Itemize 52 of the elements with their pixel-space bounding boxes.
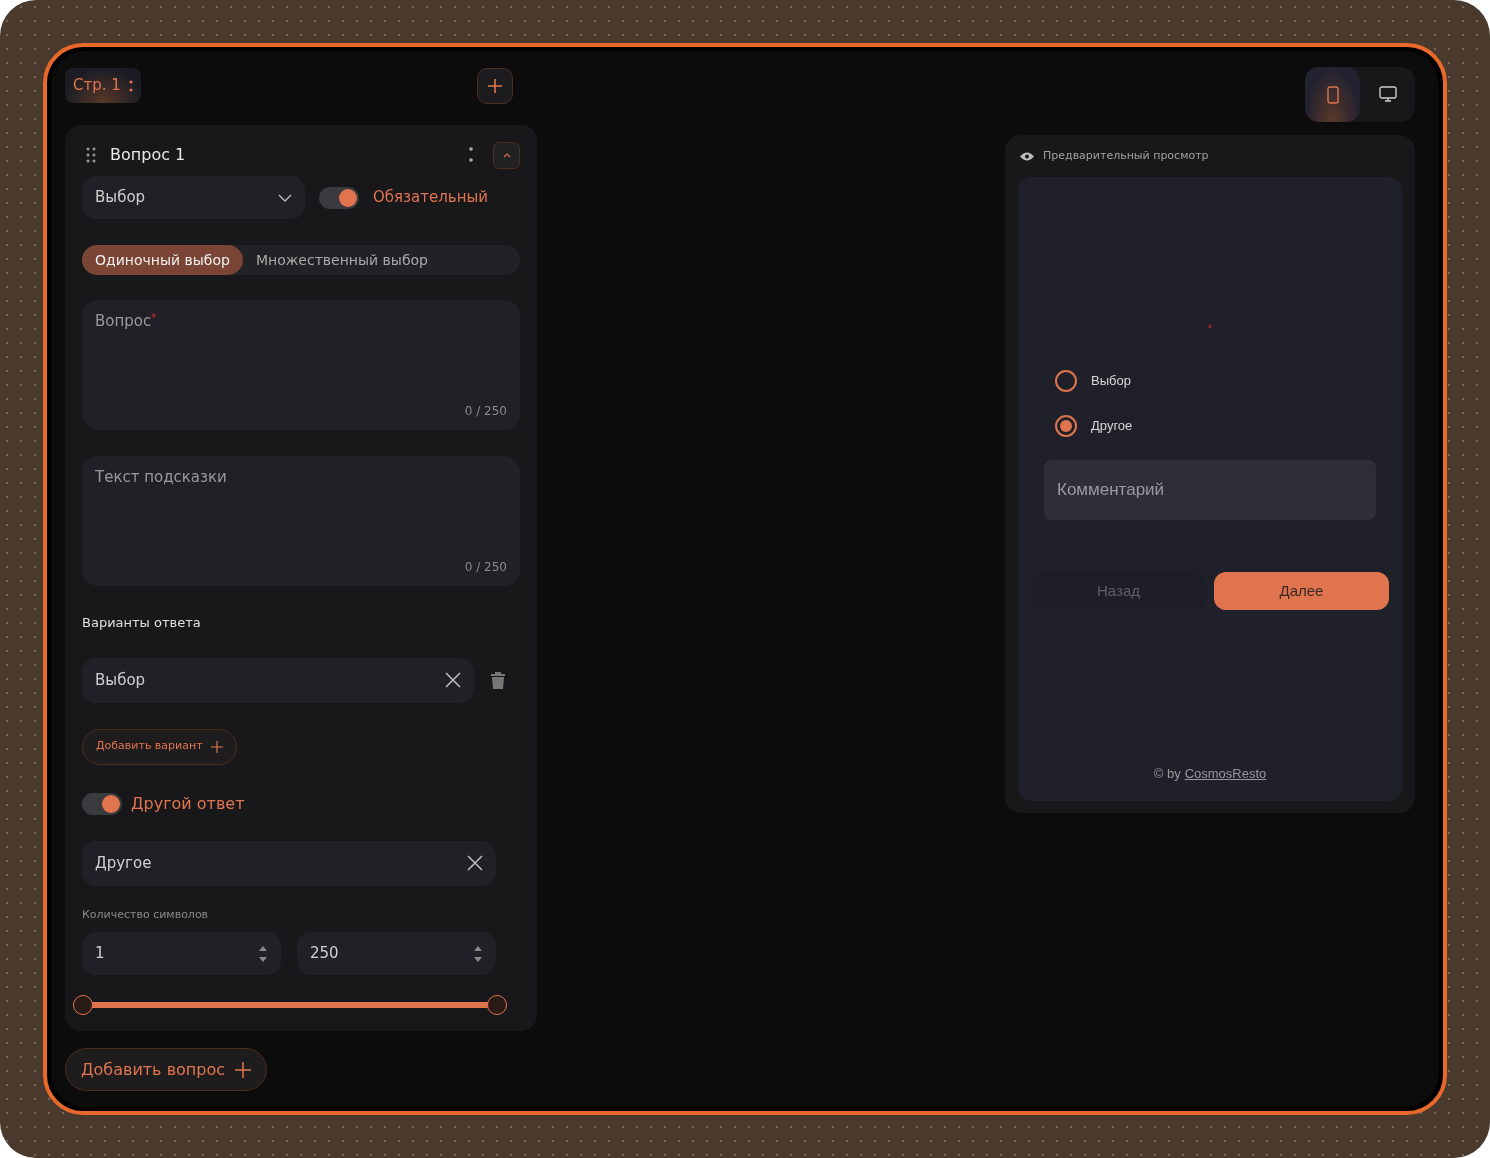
toggle-switch[interactable] — [319, 186, 359, 209]
next-button[interactable]: Далее — [1214, 572, 1389, 610]
add-option-button[interactable]: Добавить вариант — [82, 728, 237, 765]
choice-label: Выбор — [1091, 372, 1131, 391]
type-select[interactable]: Выбор — [82, 176, 305, 219]
radio-button[interactable] — [1055, 415, 1077, 437]
number-field[interactable]: 250 — [297, 932, 496, 975]
slider-thumb[interactable] — [73, 995, 93, 1015]
add-page-button[interactable] — [477, 67, 513, 104]
trash-icon[interactable] — [491, 671, 505, 689]
mode-tab[interactable]: Одиночный выбор — [82, 245, 243, 275]
option-field[interactable]: Выбор — [82, 657, 474, 703]
close-icon[interactable] — [467, 855, 483, 871]
options-heading: Варианты ответа — [82, 614, 202, 632]
question-field[interactable]: Вопрос$^{*}$ 0 / 250 — [82, 300, 520, 430]
comment-field[interactable]: Комментарий — [1044, 460, 1376, 520]
page-tab[interactable]: Стр. 1 — [65, 68, 141, 103]
character-counter: 0 / 250 — [464, 403, 507, 420]
slider-thumb[interactable] — [487, 995, 507, 1015]
preview-title: Предварительный просмотр — [1043, 147, 1209, 164]
required-mark: * — [1207, 323, 1213, 335]
more-icon[interactable] — [469, 147, 473, 163]
more-icon[interactable] — [128, 79, 133, 92]
field-placeholder: Текст подсказки — [95, 467, 228, 488]
eye-icon — [1020, 151, 1034, 161]
phone-icon — [1326, 85, 1339, 104]
page-tab-label: Стр. 1 — [73, 75, 121, 97]
radio-button[interactable] — [1055, 370, 1077, 392]
number-field[interactable]: 1 — [82, 932, 281, 975]
other-answer-label: Другой ответ — [131, 792, 245, 815]
mode-tab[interactable]: Множественный выбор — [242, 245, 441, 275]
hint-field[interactable]: Текст подсказки 0 / 250 — [82, 456, 520, 586]
chevron-down-icon — [278, 193, 292, 202]
drag-handle-icon[interactable] — [86, 147, 96, 163]
question-title: Вопрос 1 — [110, 144, 186, 166]
toggle-switch[interactable] — [82, 792, 122, 815]
plus-icon — [210, 740, 223, 753]
other-field[interactable]: Другое — [82, 840, 496, 886]
length-label: Количество символов — [82, 906, 210, 923]
close-icon[interactable] — [445, 672, 461, 688]
field-placeholder: Вопрос$^{*}$ — [95, 311, 158, 332]
chevron-icon — [502, 152, 511, 158]
character-counter: 0 / 250 — [464, 559, 507, 576]
footer-text: © by — [1153, 764, 1181, 783]
choice-label: Другое — [1091, 417, 1133, 436]
device-tab[interactable] — [1305, 67, 1360, 122]
plus-icon — [235, 1061, 252, 1078]
plus-icon — [488, 78, 502, 93]
required-label: Обязательный — [373, 187, 489, 209]
monitor-icon — [1378, 86, 1397, 103]
add-question-button[interactable]: Добавить вопрос — [65, 1048, 268, 1091]
footer-link[interactable]: CosmosResto — [1184, 763, 1267, 783]
